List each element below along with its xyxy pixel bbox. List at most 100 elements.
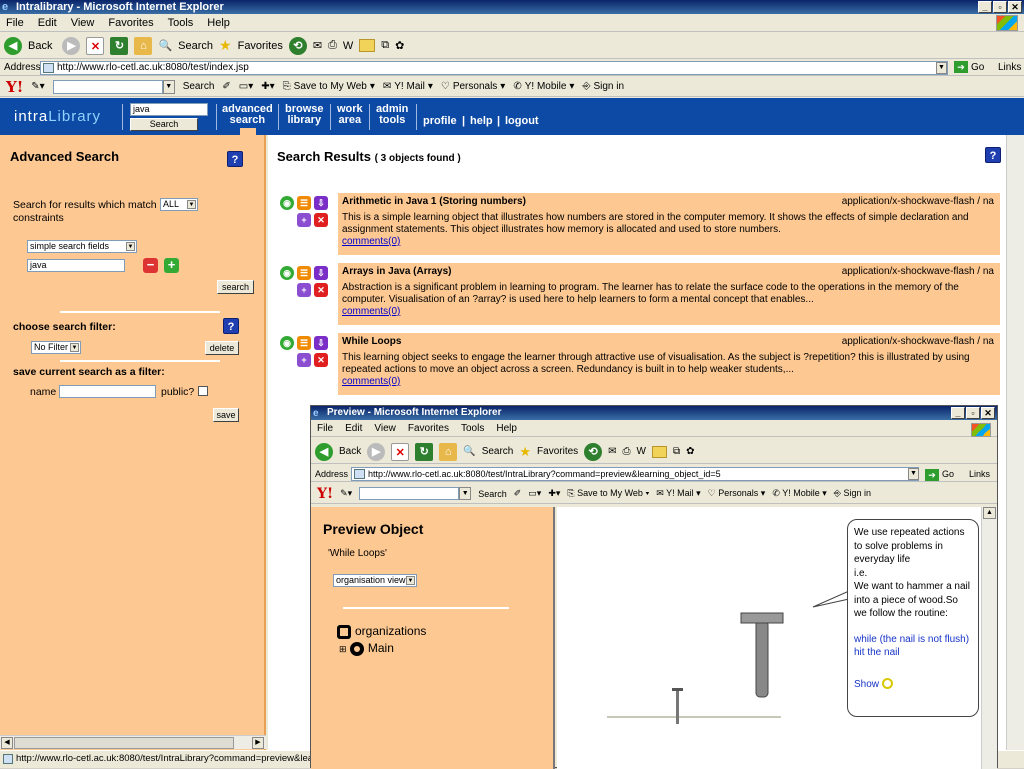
antispy-icon[interactable]: ✚▾ xyxy=(261,81,274,92)
favorites-button-label[interactable]: Favorites xyxy=(238,40,283,52)
back-button-label[interactable]: Back xyxy=(339,446,361,457)
yahoo-search-dropdown-icon[interactable]: ▼ xyxy=(162,79,175,94)
nav-admin-tools[interactable]: admin tools xyxy=(376,104,408,126)
scroll-thumb[interactable] xyxy=(14,737,234,749)
metadata-icon[interactable]: ☰ xyxy=(297,196,311,210)
home-icon[interactable]: ⌂ xyxy=(439,442,458,461)
filter-name-input[interactable] xyxy=(59,385,156,398)
print-icon[interactable]: ⎙ xyxy=(623,446,631,457)
save-to-my-web-button[interactable]: ⎘ Save to My Web ▾ xyxy=(283,81,375,92)
minimize-button[interactable]: _ xyxy=(951,407,965,419)
menu-edit[interactable]: Edit xyxy=(38,17,57,29)
quick-search-button[interactable]: Search xyxy=(130,118,198,131)
edit-icon[interactable]: W xyxy=(343,40,353,52)
refresh-icon[interactable]: ↻ xyxy=(415,442,434,461)
preview-eye-icon[interactable]: ◉ xyxy=(280,266,294,280)
search-icon[interactable]: 🔍 xyxy=(463,446,475,457)
mail-icon[interactable]: ✉ xyxy=(608,446,616,457)
save-to-my-web-button[interactable]: ⎘ Save to My Web ▾ xyxy=(567,488,649,499)
forward-arrow-icon[interactable]: ▶ xyxy=(62,36,81,55)
refresh-icon[interactable]: ↻ xyxy=(110,36,129,55)
scroll-up-icon[interactable]: ▲ xyxy=(983,507,996,519)
search-button[interactable]: search xyxy=(217,280,254,294)
delete-icon[interactable]: ✕ xyxy=(314,353,328,367)
delete-button[interactable]: delete xyxy=(205,341,239,355)
address-input[interactable]: http://www.rlo-cetl.ac.uk:8080/test/inde… xyxy=(40,61,948,75)
menu-tools[interactable]: Tools xyxy=(168,17,194,29)
filter-select[interactable]: No Filter ▼ xyxy=(31,341,81,354)
preview-address-input[interactable]: http://www.rlo-cetl.ac.uk:8080/test/Intr… xyxy=(351,467,919,481)
metadata-icon[interactable]: ☰ xyxy=(297,336,311,350)
yahoo-logo[interactable]: Y! xyxy=(6,78,23,96)
antispy-icon[interactable]: ✚▾ xyxy=(548,488,560,499)
scroll-right-icon[interactable]: ▶ xyxy=(252,737,264,749)
edit-icon[interactable]: W xyxy=(637,446,646,457)
help-icon[interactable]: ? xyxy=(223,318,239,334)
sign-in-button[interactable]: ⎆ Sign in xyxy=(834,488,871,499)
yahoo-search-dropdown-icon[interactable]: ▼ xyxy=(459,487,472,500)
links-button[interactable]: Links xyxy=(998,60,1021,76)
personals-button[interactable]: ♡ Personals ▾ xyxy=(708,488,766,499)
menu-edit[interactable]: Edit xyxy=(345,423,362,434)
nav-logout[interactable]: logout xyxy=(505,116,539,127)
expand-icon[interactable]: ⊞ xyxy=(339,644,347,654)
back-arrow-icon[interactable]: ◀ xyxy=(315,442,333,461)
home-icon[interactable]: ⌂ xyxy=(134,36,153,55)
yahoo-mobile-button[interactable]: ✆ Y! Mobile ▾ xyxy=(513,81,574,92)
field-value-input[interactable]: java xyxy=(27,259,125,272)
bookmark-icon[interactable]: ▭▾ xyxy=(528,488,541,499)
links-button[interactable]: Links xyxy=(969,466,990,482)
comments-link[interactable]: comments(0) xyxy=(342,236,996,247)
delete-icon[interactable]: ✕ xyxy=(314,213,328,227)
menu-view[interactable]: View xyxy=(374,423,396,434)
menu-view[interactable]: View xyxy=(71,17,95,29)
favorites-star-icon[interactable]: ★ xyxy=(219,37,232,54)
back-arrow-icon[interactable]: ◀ xyxy=(4,36,22,55)
folder-icon[interactable] xyxy=(359,39,376,52)
download-icon[interactable]: ⇩ xyxy=(314,196,328,210)
search-button-label[interactable]: Search xyxy=(482,446,514,457)
help-icon[interactable]: ? xyxy=(227,151,243,167)
delete-icon[interactable]: ✕ xyxy=(314,283,328,297)
menu-favorites[interactable]: Favorites xyxy=(408,423,449,434)
nav-work-area[interactable]: work area xyxy=(337,104,363,126)
forward-arrow-icon[interactable]: ▶ xyxy=(367,442,386,461)
go-button[interactable]: ➔ Go xyxy=(925,466,954,482)
history-icon[interactable]: ⟲ xyxy=(584,442,603,461)
remove-constraint-icon[interactable]: − xyxy=(143,258,158,273)
yahoo-search-button[interactable]: Search xyxy=(183,81,215,92)
add-icon[interactable]: + xyxy=(297,353,311,367)
tree-root[interactable]: organizations xyxy=(337,624,426,639)
match-select[interactable]: ALL ▼ xyxy=(160,198,198,211)
view-select[interactable]: organisation view ▼ xyxy=(333,574,417,587)
scroll-left-icon[interactable]: ◀ xyxy=(1,737,13,749)
history-icon[interactable]: ⟲ xyxy=(288,36,307,55)
research-icon[interactable]: ✿ xyxy=(395,39,404,52)
close-button[interactable]: ✕ xyxy=(1008,1,1022,13)
add-icon[interactable]: + xyxy=(297,213,311,227)
preview-eye-icon[interactable]: ◉ xyxy=(280,336,294,350)
mail-icon[interactable]: ✉ xyxy=(313,39,322,52)
horizontal-scrollbar[interactable]: ◀ ▶ xyxy=(0,735,266,749)
add-constraint-icon[interactable]: + xyxy=(164,258,179,273)
quick-search-input[interactable]: java xyxy=(130,103,208,116)
preview-vertical-scrollbar[interactable]: ▲ xyxy=(981,507,997,769)
add-icon[interactable]: + xyxy=(297,283,311,297)
messenger-icon[interactable]: ⧉ xyxy=(673,446,680,457)
restore-button[interactable]: ▫ xyxy=(993,1,1007,13)
show-button[interactable]: Show xyxy=(854,678,972,692)
highlight-icon[interactable]: ✐ xyxy=(514,488,522,499)
yahoo-search-input[interactable] xyxy=(52,79,163,94)
nav-profile[interactable]: profile xyxy=(423,116,457,127)
yahoo-search-input[interactable] xyxy=(359,487,460,500)
restore-button[interactable]: ▫ xyxy=(966,407,980,419)
highlight-icon[interactable]: ✐ xyxy=(222,81,230,92)
bookmark-icon[interactable]: ▭▾ xyxy=(239,81,253,92)
vertical-scrollbar[interactable] xyxy=(1006,135,1024,755)
search-icon[interactable]: 🔍 xyxy=(158,39,172,52)
stop-icon[interactable]: ✕ xyxy=(391,442,410,461)
metadata-icon[interactable]: ☰ xyxy=(297,266,311,280)
print-icon[interactable]: ⎙ xyxy=(328,39,337,52)
research-icon[interactable]: ✿ xyxy=(686,446,694,457)
pencil-icon[interactable]: ✎▾ xyxy=(340,488,352,499)
